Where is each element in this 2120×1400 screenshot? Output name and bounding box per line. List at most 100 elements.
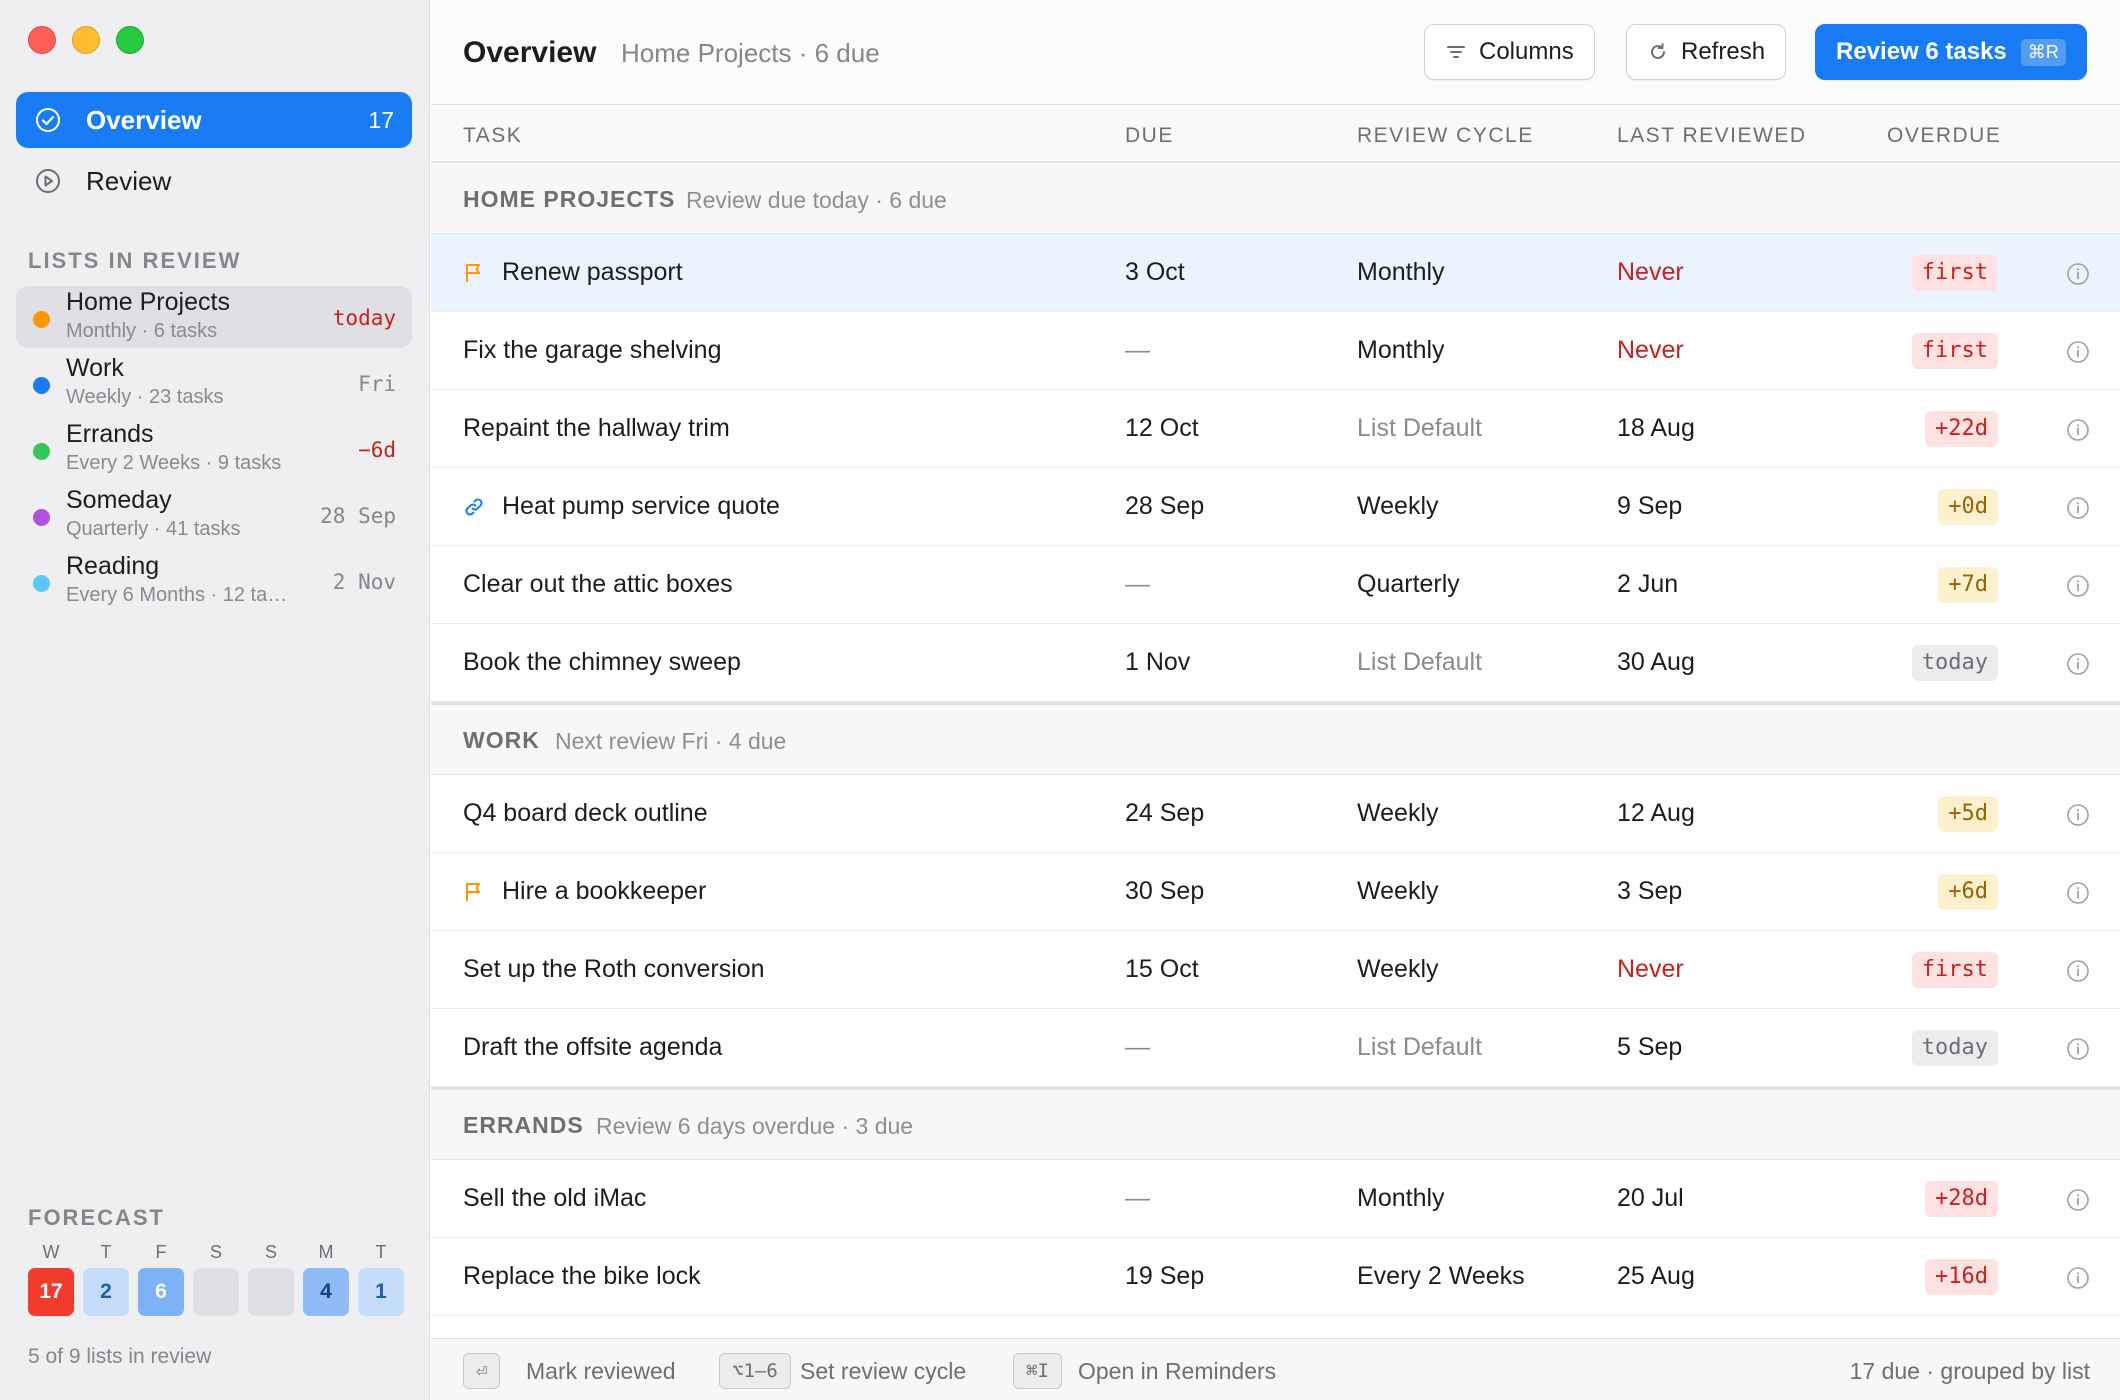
table-row[interactable]: Book the chimney sweep 1 Nov List Defaul…	[431, 624, 2120, 702]
refresh-button[interactable]: Refresh	[1626, 24, 1787, 80]
group-header-work[interactable]: WORK Next review Fri · 4 due	[431, 705, 2120, 775]
list-item-reading[interactable]: Reading Every 6 Months · 12 ta… 2 Nov	[16, 550, 412, 612]
task-last-reviewed: 30 Aug	[1617, 648, 1695, 676]
sidebar-item-overview[interactable]: Overview 17	[16, 92, 412, 148]
task-last-reviewed: 25 Aug	[1617, 1262, 1695, 1290]
filter-lines-icon	[1445, 41, 1467, 63]
window-controls	[28, 26, 144, 54]
task-due: —	[1125, 1184, 1150, 1212]
zoom-window-button[interactable]	[116, 26, 144, 54]
task-review-cycle[interactable]: Monthly	[1357, 258, 1445, 287]
group-header-home-projects[interactable]: HOME PROJECTS Review due today · 6 due	[431, 164, 2120, 234]
forecast-day[interactable]: S	[193, 1242, 239, 1316]
list-item-home-projects[interactable]: Home Projects Monthly · 6 tasks today	[16, 286, 412, 348]
table-row[interactable]: Draft the offsite agenda — List Default …	[431, 1009, 2120, 1087]
refresh-icon	[1647, 41, 1669, 63]
forecast-title: FORECAST	[28, 1205, 165, 1230]
task-review-cycle[interactable]: Weekly	[1357, 955, 1439, 984]
forecast-day[interactable]: T 2	[83, 1242, 129, 1316]
table-row[interactable]: Repaint the hallway trim 12 Oct List Def…	[431, 390, 2120, 468]
task-title: Set up the Roth conversion	[463, 955, 765, 983]
overdue-badge: +16d	[1925, 1259, 1998, 1295]
group-header-errands[interactable]: ERRANDS Review 6 days overdue · 3 due	[431, 1090, 2120, 1160]
table-row[interactable]: Q4 board deck outline 24 Sep Weekly 12 A…	[431, 775, 2120, 853]
task-review-cycle[interactable]: Weekly	[1357, 877, 1439, 906]
sidebar-item-label: Overview	[86, 104, 202, 135]
columns-button-label: Columns	[1479, 38, 1574, 65]
review-tasks-button[interactable]: Review 6 tasks ⌘R	[1815, 24, 2087, 80]
minimize-window-button[interactable]	[72, 26, 100, 54]
table-row[interactable]: Replace the bike lock 19 Sep Every 2 Wee…	[431, 1238, 2120, 1316]
table-row[interactable]: Set up the Roth conversion 15 Oct Weekly…	[431, 931, 2120, 1009]
column-header-due[interactable]: DUE	[1125, 124, 1174, 148]
forecast-day[interactable]: W 17	[28, 1242, 74, 1316]
table-row[interactable]: Sell the old iMac — Monthly 20 Jul +28d	[431, 1160, 2120, 1238]
forecast-day-count	[248, 1268, 294, 1316]
table-row[interactable]: Fix the garage shelving — Monthly Never …	[431, 312, 2120, 390]
column-header-task[interactable]: TASK	[463, 124, 522, 148]
list-color-dot	[33, 443, 50, 460]
info-icon[interactable]	[2066, 496, 2090, 520]
table-row[interactable]: Heat pump service quote 28 Sep Weekly 9 …	[431, 468, 2120, 546]
columns-button[interactable]: Columns	[1424, 24, 1595, 80]
list-name: Reading	[66, 552, 160, 580]
forecast-day[interactable]: F 6	[138, 1242, 184, 1316]
table-header: TASK DUE REVIEW CYCLE LAST REVIEWED OVER…	[431, 106, 2120, 163]
task-review-cycle[interactable]: Weekly	[1357, 492, 1439, 521]
task-review-cycle[interactable]: List Default	[1357, 1033, 1482, 1062]
overdue-badge: today	[1911, 645, 1998, 681]
info-icon[interactable]	[2066, 574, 2090, 598]
info-icon[interactable]	[2066, 1188, 2090, 1212]
info-icon[interactable]	[2066, 959, 2090, 983]
table-row[interactable]: Renew passport 3 Oct Monthly Never first	[431, 234, 2120, 312]
toolbar: Overview Home Projects · 6 due Columns R…	[431, 0, 2120, 105]
info-icon[interactable]	[2066, 652, 2090, 676]
info-icon[interactable]	[2066, 262, 2090, 286]
forecast-day-count: 6	[138, 1268, 184, 1316]
group-summary: Review 6 days overdue · 3 due	[596, 1113, 914, 1139]
list-color-dot	[33, 377, 50, 394]
list-subtitle: Monthly · 6 tasks	[66, 320, 218, 342]
info-icon[interactable]	[2066, 803, 2090, 827]
list-item-errands[interactable]: Errands Every 2 Weeks · 9 tasks −6d	[16, 418, 412, 480]
overdue-badge: first	[1911, 952, 1998, 988]
close-window-button[interactable]	[28, 26, 56, 54]
forecast-day-letter: T	[100, 1242, 112, 1262]
column-header-overdue[interactable]: OVERDUE	[1887, 124, 2001, 148]
task-table: HOME PROJECTS Review due today · 6 due R…	[431, 164, 2120, 1316]
forecast-day-letter: F	[155, 1242, 167, 1262]
column-header-review-cycle[interactable]: REVIEW CYCLE	[1357, 124, 1534, 148]
task-review-cycle[interactable]: List Default	[1357, 648, 1482, 677]
info-icon[interactable]	[2066, 881, 2090, 905]
forecast-day-letter: S	[264, 1242, 277, 1262]
forecast-day[interactable]: M 4	[303, 1242, 349, 1316]
info-icon[interactable]	[2066, 1266, 2090, 1290]
task-title: Hire a bookkeeper	[502, 877, 707, 905]
page-subtitle: Home Projects · 6 due	[621, 38, 880, 68]
task-review-cycle[interactable]: Quarterly	[1357, 570, 1460, 599]
task-due: —	[1125, 570, 1150, 598]
overdue-badge: +5d	[1938, 796, 1998, 832]
task-review-cycle[interactable]: List Default	[1357, 414, 1482, 443]
info-icon[interactable]	[2066, 418, 2090, 442]
info-icon[interactable]	[2066, 1037, 2090, 1061]
task-review-cycle[interactable]: Monthly	[1357, 1184, 1445, 1213]
list-item-work[interactable]: Work Weekly · 23 tasks Fri	[16, 352, 412, 414]
column-header-last-reviewed[interactable]: LAST REVIEWED	[1617, 124, 1807, 148]
task-review-cycle[interactable]: Every 2 Weeks	[1357, 1262, 1525, 1291]
info-icon[interactable]	[2066, 340, 2090, 364]
list-review-when: Fri	[358, 372, 396, 396]
list-item-someday[interactable]: Someday Quarterly · 41 tasks 28 Sep	[16, 484, 412, 546]
task-review-cycle[interactable]: Weekly	[1357, 799, 1439, 828]
task-review-cycle[interactable]: Monthly	[1357, 336, 1445, 365]
table-row[interactable]: Hire a bookkeeper 30 Sep Weekly 3 Sep +6…	[431, 853, 2120, 931]
play-circle-icon	[34, 167, 62, 195]
forecast-day-count	[193, 1268, 239, 1316]
forecast-day[interactable]: S	[248, 1242, 294, 1316]
group-name: WORK	[463, 727, 540, 753]
task-title: Book the chimney sweep	[463, 648, 741, 676]
forecast-day[interactable]: T 1	[358, 1242, 404, 1316]
list-color-dot	[33, 509, 50, 526]
sidebar-item-review[interactable]: Review	[16, 153, 412, 209]
table-row[interactable]: Clear out the attic boxes — Quarterly 2 …	[431, 546, 2120, 624]
